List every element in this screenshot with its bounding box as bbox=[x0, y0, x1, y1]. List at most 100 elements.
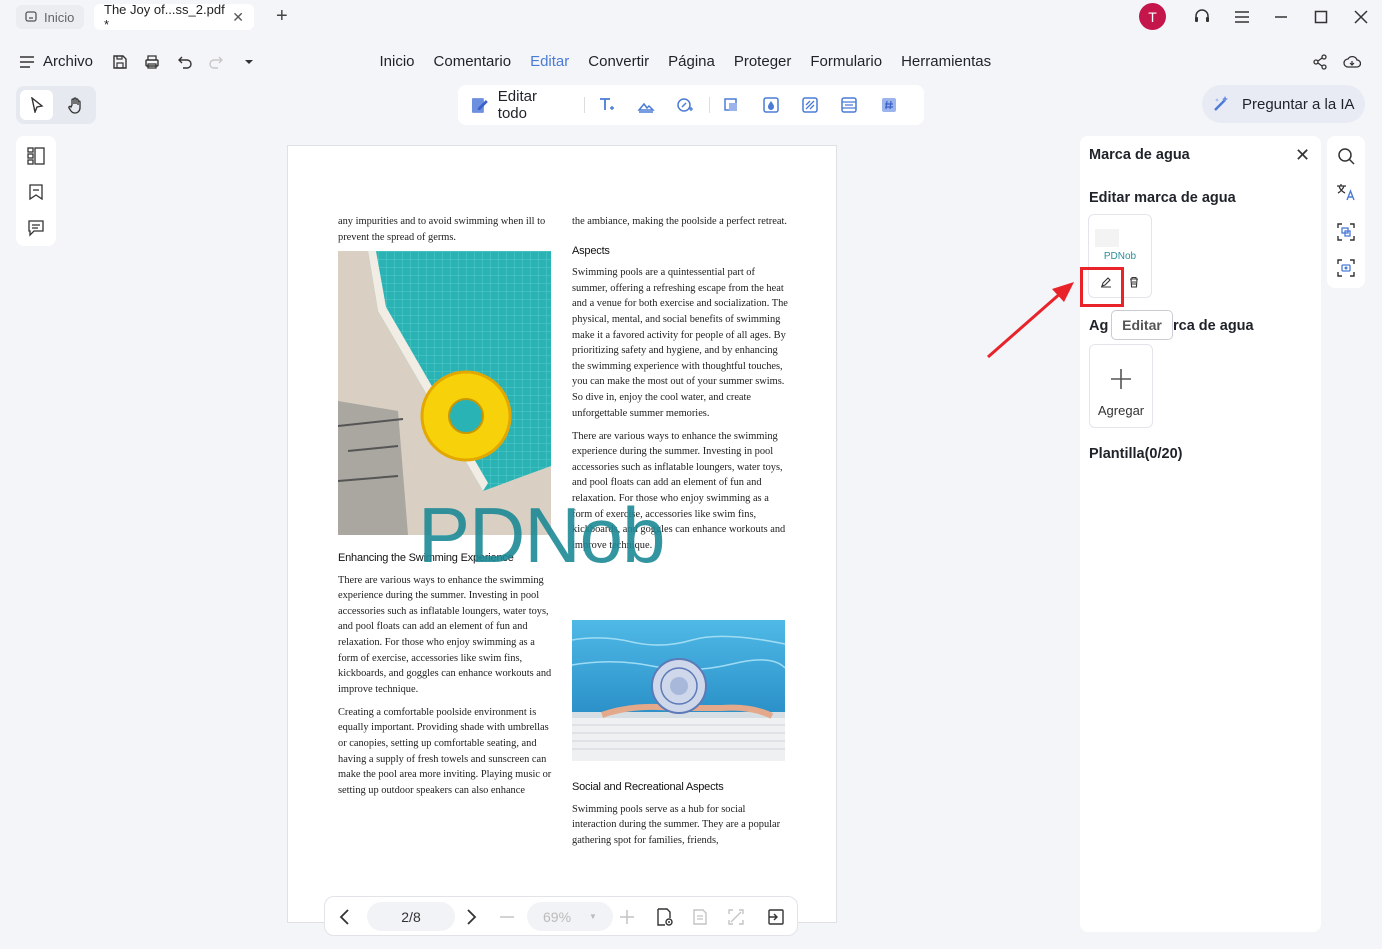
zoom-value: 69% bbox=[543, 908, 572, 925]
zoom-in-icon[interactable] bbox=[617, 907, 637, 927]
left-sidebar bbox=[16, 136, 56, 246]
separator bbox=[583, 97, 585, 113]
tab-document[interactable]: The Joy of...ss_2.pdf * ✕ bbox=[94, 2, 254, 32]
panel-title: Marca de agua bbox=[1089, 147, 1190, 163]
ai-sparkle-icon bbox=[1214, 96, 1228, 111]
chevron-down-icon: ▼ bbox=[589, 912, 597, 921]
view-mode-icon[interactable] bbox=[655, 907, 675, 927]
zoom-select[interactable]: 69% ▼ bbox=[527, 902, 613, 931]
paragraph: Swimming pools are a quintessential part… bbox=[572, 267, 788, 419]
avatar[interactable]: T bbox=[1139, 3, 1166, 30]
pointer-tools bbox=[16, 86, 96, 124]
page-navigation-bar: 2/8 69% ▼ bbox=[324, 896, 798, 936]
add-image-icon[interactable] bbox=[630, 93, 662, 117]
ask-ai-label: Preguntar a la IA bbox=[1242, 95, 1355, 113]
translate-icon[interactable] bbox=[1336, 182, 1356, 202]
menu-bar: Archivo Inicio Comentario Editar Convert… bbox=[0, 44, 1382, 80]
hand-tool-button[interactable] bbox=[59, 90, 92, 120]
plus-icon bbox=[1109, 367, 1133, 396]
share-icon[interactable] bbox=[1311, 53, 1329, 71]
archivo-menu[interactable]: Archivo bbox=[20, 53, 93, 70]
add-link-icon[interactable] bbox=[669, 93, 701, 117]
add-watermark-button[interactable]: Agregar bbox=[1089, 344, 1153, 428]
bates-number-icon[interactable] bbox=[873, 93, 905, 117]
headset-icon[interactable] bbox=[1192, 7, 1212, 27]
watermark-icon[interactable] bbox=[755, 93, 787, 117]
text-column-left-lower: Enhancing the Swimming Experience There … bbox=[338, 551, 553, 806]
comments-icon[interactable] bbox=[26, 218, 46, 238]
background-icon[interactable] bbox=[794, 93, 826, 117]
save-icon[interactable] bbox=[111, 53, 129, 71]
paragraph: Swimming pools serve as a hub for social… bbox=[572, 803, 781, 846]
page-layout-icon[interactable] bbox=[690, 907, 710, 927]
hand-icon bbox=[67, 97, 81, 114]
quick-access-dropdown-icon[interactable] bbox=[240, 53, 258, 71]
menu-comentario[interactable]: Comentario bbox=[424, 52, 521, 72]
minimize-icon[interactable] bbox=[1271, 7, 1291, 27]
edit-watermark-heading: Editar marca de agua bbox=[1089, 190, 1236, 206]
menu-pagina[interactable]: Página bbox=[659, 52, 725, 72]
redo-icon[interactable] bbox=[207, 53, 225, 71]
edit-tooltip: Editar bbox=[1111, 310, 1173, 340]
add-watermark-label: Agregar bbox=[1097, 403, 1145, 418]
hamburger-icon bbox=[20, 55, 34, 68]
crop-page-icon[interactable] bbox=[715, 93, 747, 117]
print-icon[interactable] bbox=[143, 53, 161, 71]
fit-page-icon[interactable] bbox=[726, 907, 746, 927]
section-heading: Aspects bbox=[572, 244, 610, 257]
add-text-icon[interactable] bbox=[591, 93, 623, 117]
paragraph: the ambiance, making the poolside a perf… bbox=[572, 216, 787, 227]
close-window-icon[interactable] bbox=[1351, 7, 1371, 27]
cursor-icon bbox=[30, 97, 44, 113]
edit-all-label: Editar todo bbox=[497, 88, 537, 122]
menu-inicio[interactable]: Inicio bbox=[370, 52, 424, 72]
exit-fullscreen-icon[interactable] bbox=[766, 907, 786, 927]
menu-icon[interactable] bbox=[1232, 7, 1252, 27]
new-tab-icon[interactable]: + bbox=[276, 6, 288, 26]
search-icon[interactable] bbox=[1336, 146, 1356, 166]
thumbnails-icon[interactable] bbox=[26, 146, 46, 166]
home-icon bbox=[24, 9, 38, 26]
tab-document-label: The Joy of...ss_2.pdf * bbox=[104, 2, 225, 32]
maximize-icon[interactable] bbox=[1311, 7, 1331, 27]
screenshot-icon[interactable] bbox=[1336, 258, 1356, 278]
paragraph: any impurities and to avoid swimming whe… bbox=[338, 216, 546, 243]
close-tab-icon[interactable]: ✕ bbox=[232, 9, 244, 26]
ask-ai-button[interactable]: Preguntar a la IA bbox=[1202, 85, 1365, 123]
paragraph: Creating a comfortable poolside environm… bbox=[338, 706, 552, 796]
paragraph: There are various ways to enhance the sw… bbox=[338, 574, 552, 695]
add-watermark-heading-left: Ag bbox=[1089, 318, 1109, 334]
undo-icon[interactable] bbox=[176, 53, 194, 71]
edit-all-button[interactable]: Editar todo bbox=[470, 88, 570, 122]
separator bbox=[708, 97, 710, 113]
menu-editar[interactable]: Editar bbox=[521, 52, 579, 72]
select-tool-button[interactable] bbox=[20, 90, 53, 120]
delete-watermark-icon[interactable] bbox=[1125, 273, 1143, 291]
page-number-input[interactable]: 2/8 bbox=[367, 902, 455, 931]
next-page-icon[interactable] bbox=[461, 907, 481, 927]
pool-swimmer-image bbox=[572, 620, 785, 761]
cloud-icon[interactable] bbox=[1343, 53, 1361, 71]
menu-proteger[interactable]: Proteger bbox=[724, 52, 801, 72]
menu-herramientas[interactable]: Herramientas bbox=[892, 52, 1001, 72]
edit-toolbar: Editar todo bbox=[458, 85, 924, 125]
template-heading: Plantilla(0/20) bbox=[1089, 446, 1183, 462]
edit-document-icon bbox=[471, 98, 488, 113]
pdf-page[interactable]: any impurities and to avoid swimming whe… bbox=[287, 145, 837, 923]
tab-home[interactable]: Inicio bbox=[16, 5, 85, 29]
watermark-text: PDNob bbox=[418, 491, 665, 579]
right-tool-strip bbox=[1327, 136, 1365, 288]
bookmark-icon[interactable] bbox=[26, 182, 46, 202]
tab-home-label: Inicio bbox=[44, 9, 75, 25]
main-menu: Inicio Comentario Editar Convertir Págin… bbox=[370, 52, 1001, 72]
header-footer-icon[interactable] bbox=[833, 93, 865, 117]
watermark-thumbnail bbox=[1095, 229, 1119, 247]
close-panel-icon[interactable]: ✕ bbox=[1295, 145, 1310, 166]
ocr-scan-icon[interactable] bbox=[1336, 222, 1356, 242]
add-watermark-heading-right: rca de agua bbox=[1173, 318, 1254, 334]
previous-page-icon[interactable] bbox=[335, 907, 355, 927]
zoom-out-icon[interactable] bbox=[497, 907, 517, 927]
menu-convertir[interactable]: Convertir bbox=[579, 52, 659, 72]
title-bar: Inicio The Joy of...ss_2.pdf * ✕ + T bbox=[0, 0, 1382, 34]
menu-formulario[interactable]: Formulario bbox=[801, 52, 892, 72]
